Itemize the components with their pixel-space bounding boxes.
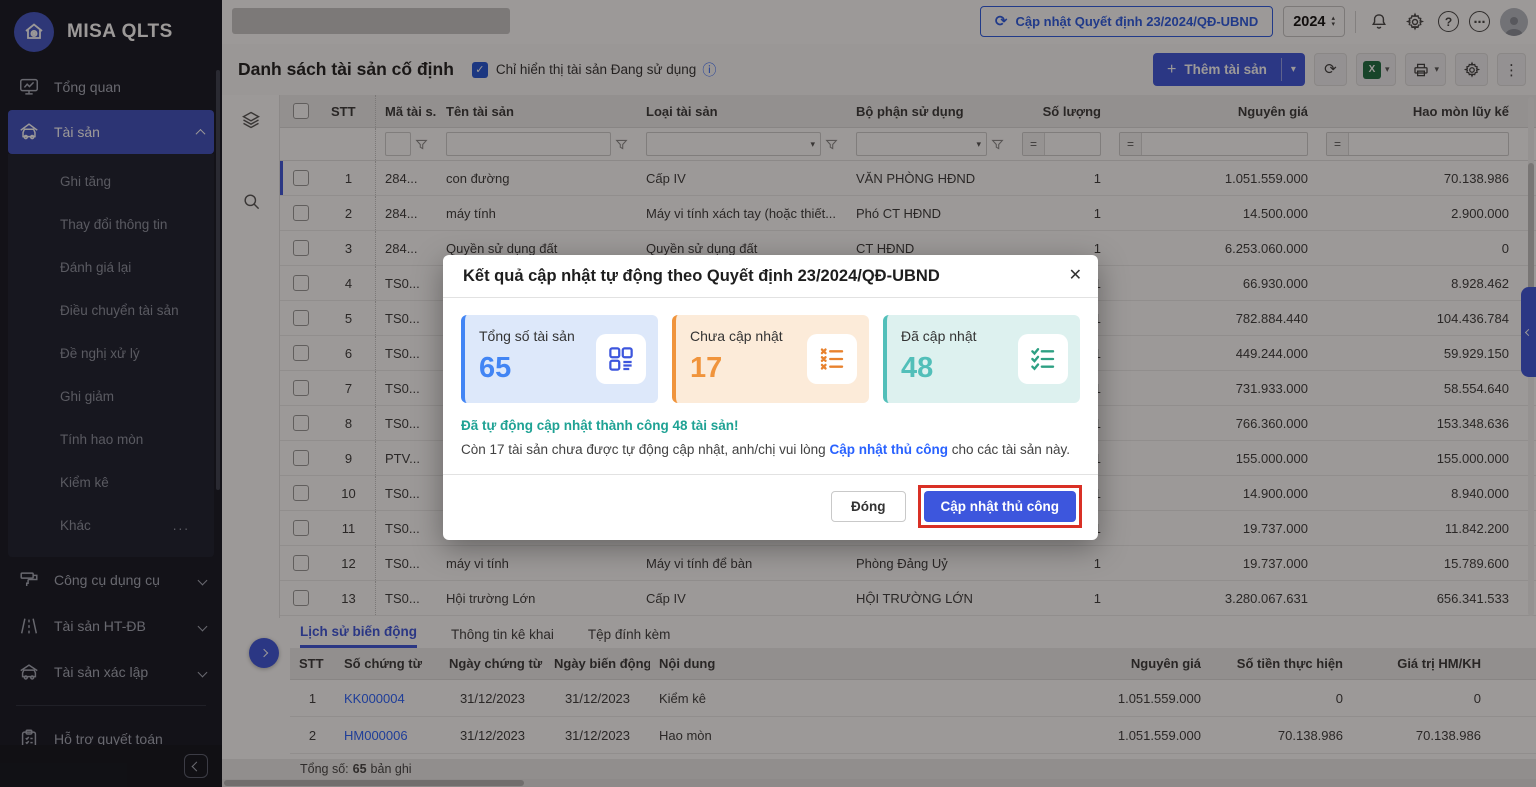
- note-message: Còn 17 tài sản chưa được tự động cập nhậ…: [461, 442, 1080, 457]
- x-list-icon: [807, 334, 857, 384]
- total-assets-card: Tổng số tài sản 65: [461, 315, 658, 403]
- annotation-highlight-box: Cập nhật thủ công: [918, 485, 1083, 528]
- success-message: Đã tự động cập nhật thành công 48 tài sả…: [461, 418, 1080, 433]
- manual-update-button[interactable]: Cập nhật thủ công: [924, 491, 1077, 522]
- updated-card: Đã cập nhật 48: [883, 315, 1080, 403]
- manual-update-link[interactable]: Cập nhật thủ công: [829, 442, 948, 457]
- close-icon[interactable]: ✕: [1069, 265, 1082, 284]
- update-result-modal: Kết quả cập nhật tự động theo Quyết định…: [443, 255, 1098, 540]
- grid-icon: [596, 334, 646, 384]
- not-updated-card: Chưa cập nhật 17: [672, 315, 869, 403]
- close-button[interactable]: Đóng: [831, 491, 906, 522]
- check-list-icon: [1018, 334, 1068, 384]
- modal-title: Kết quả cập nhật tự động theo Quyết định…: [463, 267, 1078, 286]
